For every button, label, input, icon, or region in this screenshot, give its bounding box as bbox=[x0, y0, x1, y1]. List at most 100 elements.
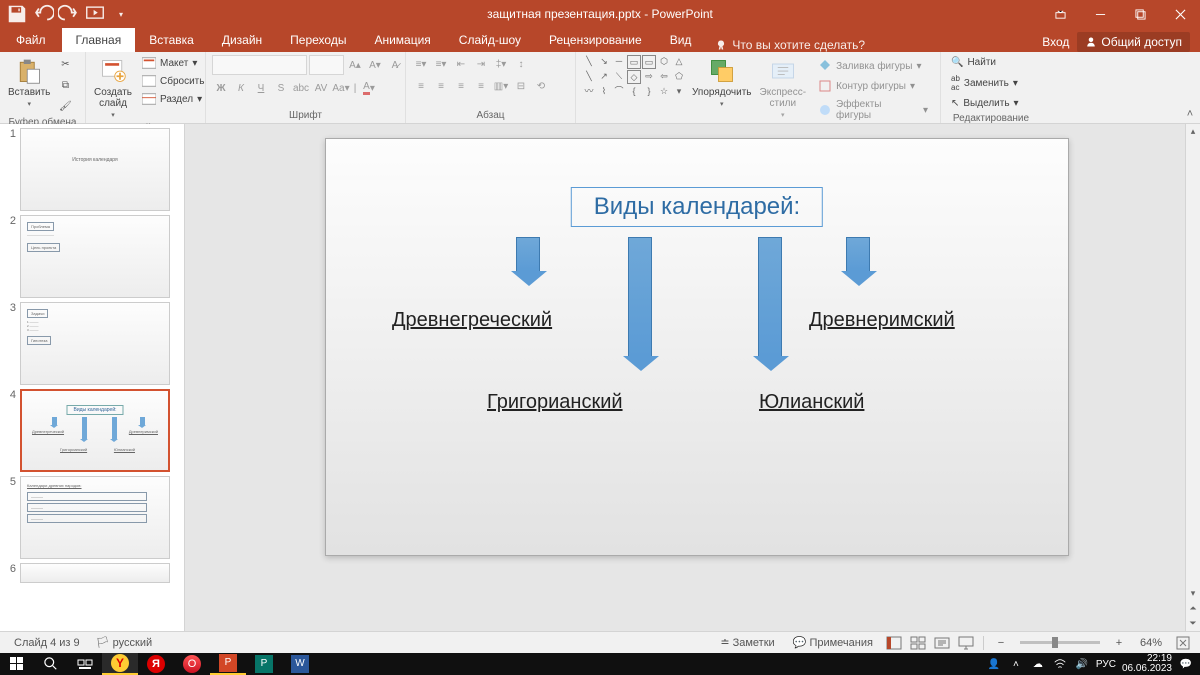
app-publisher[interactable]: P bbox=[246, 653, 282, 675]
status-comments-toggle[interactable]: 💬 Примечания bbox=[785, 636, 881, 649]
slide-thumbnails-panel[interactable]: 1История календаря 2Проблема—————————Цел… bbox=[0, 124, 185, 631]
tab-home[interactable]: Главная bbox=[62, 28, 136, 52]
prev-slide-icon[interactable]: ⏶ bbox=[1186, 601, 1200, 616]
status-slide-number[interactable]: Слайд 4 из 9 bbox=[6, 637, 88, 649]
tab-animations[interactable]: Анимация bbox=[360, 28, 444, 52]
shadow-icon[interactable]: abc bbox=[292, 79, 310, 97]
shape-effects-button[interactable]: Эффекты фигуры ▾ bbox=[814, 97, 932, 123]
cut-icon[interactable]: ✂ bbox=[56, 55, 74, 73]
layout-button[interactable]: Макет ▾ bbox=[138, 55, 208, 71]
zoom-slider[interactable] bbox=[1020, 641, 1100, 644]
case-icon[interactable]: Aa▾ bbox=[332, 79, 350, 97]
calendar-type-3[interactable]: Григорианский bbox=[487, 391, 623, 414]
bullets-icon[interactable]: ≡▾ bbox=[412, 55, 430, 73]
status-lang[interactable]: 🏳 русский bbox=[88, 636, 161, 649]
select-button[interactable]: ↖ Выделить ▾ bbox=[947, 96, 1023, 111]
save-icon[interactable] bbox=[6, 3, 28, 25]
smartart-icon[interactable]: ⟲ bbox=[532, 77, 550, 95]
arrange-button[interactable]: Упорядочить bbox=[690, 55, 754, 110]
reset-button[interactable]: Сбросить bbox=[138, 73, 208, 89]
vertical-scrollbar[interactable]: ▴ ▾ ⏶ ⏷ bbox=[1185, 124, 1200, 631]
reading-view-icon[interactable] bbox=[931, 634, 953, 652]
tab-insert[interactable]: Вставка bbox=[135, 28, 208, 52]
collapse-ribbon-icon[interactable]: ˄ bbox=[1180, 52, 1200, 123]
tray-notifications-icon[interactable]: 💬 bbox=[1178, 656, 1194, 672]
close-icon[interactable] bbox=[1160, 0, 1200, 28]
calendar-type-2[interactable]: Древнеримский bbox=[809, 309, 955, 332]
calendar-type-4[interactable]: Юлианский bbox=[759, 391, 864, 414]
start-button[interactable] bbox=[0, 653, 34, 675]
calendar-type-1[interactable]: Древнегреческий bbox=[392, 309, 552, 332]
bold-icon[interactable]: Ж bbox=[212, 79, 230, 97]
tray-onedrive-icon[interactable]: ☁ bbox=[1030, 656, 1046, 672]
find-button[interactable]: 🔍 Найти bbox=[947, 55, 1000, 70]
tab-slideshow[interactable]: Слайд-шоу bbox=[445, 28, 535, 52]
align-left-icon[interactable]: ≡ bbox=[412, 77, 430, 95]
font-name-combo[interactable] bbox=[212, 55, 307, 75]
tray-wifi-icon[interactable] bbox=[1052, 656, 1068, 672]
zoom-in-icon[interactable]: + bbox=[1108, 634, 1130, 652]
tray-clock[interactable]: 22:1906.06.2023 bbox=[1122, 654, 1172, 674]
normal-view-icon[interactable] bbox=[883, 634, 905, 652]
thumbnail-1[interactable]: История календаря bbox=[20, 128, 170, 211]
zoom-percent[interactable]: 64% bbox=[1132, 637, 1170, 649]
app-word[interactable]: W bbox=[282, 653, 318, 675]
arrow-4[interactable] bbox=[846, 237, 870, 272]
copy-icon[interactable]: ⧉ bbox=[56, 76, 74, 94]
tab-transitions[interactable]: Переходы bbox=[276, 28, 360, 52]
justify-icon[interactable]: ≡ bbox=[472, 77, 490, 95]
maximize-icon[interactable] bbox=[1120, 0, 1160, 28]
slide-title[interactable]: Виды календарей: bbox=[571, 187, 823, 227]
decrease-font-icon[interactable]: A▾ bbox=[366, 56, 384, 74]
quick-styles-button[interactable]: Экспресс- стили bbox=[758, 55, 809, 121]
zoom-out-icon[interactable]: − bbox=[990, 634, 1012, 652]
clear-format-icon[interactable]: A̷ bbox=[386, 56, 404, 74]
shape-fill-button[interactable]: Заливка фигуры ▾ bbox=[814, 57, 932, 75]
fit-to-window-icon[interactable] bbox=[1172, 634, 1194, 652]
status-notes-toggle[interactable]: ≐ Заметки bbox=[712, 636, 782, 649]
app-opera[interactable]: O bbox=[174, 653, 210, 675]
thumbnail-4[interactable]: Виды календарей: Древнегреческий Древнер… bbox=[20, 389, 170, 472]
indent-inc-icon[interactable]: ⇥ bbox=[472, 55, 490, 73]
align-right-icon[interactable]: ≡ bbox=[452, 77, 470, 95]
section-button[interactable]: Раздел ▾ bbox=[138, 91, 208, 107]
share-button[interactable]: Общий доступ bbox=[1077, 32, 1190, 52]
next-slide-icon[interactable]: ⏷ bbox=[1186, 616, 1200, 631]
new-slide-button[interactable]: Создать слайд bbox=[92, 55, 134, 121]
tab-view[interactable]: Вид bbox=[656, 28, 706, 52]
scroll-down-icon[interactable]: ▾ bbox=[1186, 586, 1200, 601]
sorter-view-icon[interactable] bbox=[907, 634, 929, 652]
app-powerpoint[interactable]: P bbox=[210, 653, 246, 675]
thumbnail-2[interactable]: Проблема—————————Цель проекта bbox=[20, 215, 170, 298]
undo-icon[interactable] bbox=[32, 3, 54, 25]
redo-icon[interactable] bbox=[58, 3, 80, 25]
slide-editor[interactable]: Виды календарей: Древнегреческий Древнер… bbox=[185, 124, 1200, 631]
minimize-icon[interactable] bbox=[1080, 0, 1120, 28]
indent-dec-icon[interactable]: ⇤ bbox=[452, 55, 470, 73]
arrow-3[interactable] bbox=[758, 237, 782, 357]
align-center-icon[interactable]: ≡ bbox=[432, 77, 450, 95]
slideshow-view-icon[interactable] bbox=[955, 634, 977, 652]
tab-review[interactable]: Рецензирование bbox=[535, 28, 656, 52]
columns-icon[interactable]: ▥▾ bbox=[492, 77, 510, 95]
start-slideshow-icon[interactable] bbox=[84, 3, 106, 25]
search-icon[interactable] bbox=[34, 653, 68, 675]
tab-file[interactable]: Файл bbox=[0, 28, 62, 52]
tell-me-search[interactable]: Что вы хотите сделать? bbox=[715, 38, 865, 52]
thumbnail-6[interactable] bbox=[20, 563, 170, 583]
format-painter-icon[interactable]: 🖌 bbox=[56, 97, 74, 115]
slide-canvas[interactable]: Виды календарей: Древнегреческий Древнер… bbox=[325, 138, 1069, 556]
tray-people-icon[interactable]: 👤 bbox=[986, 656, 1002, 672]
text-direction-icon[interactable]: ↕ bbox=[512, 55, 530, 73]
align-text-icon[interactable]: ⊟ bbox=[512, 77, 530, 95]
qat-customize-icon[interactable]: ▾ bbox=[110, 3, 132, 25]
tab-design[interactable]: Дизайн bbox=[208, 28, 276, 52]
tray-lang[interactable]: РУС bbox=[1096, 659, 1116, 670]
thumbnail-5[interactable]: Календари древних народов:————————— bbox=[20, 476, 170, 559]
tray-chevron-icon[interactable]: ˄ bbox=[1008, 656, 1024, 672]
replace-button[interactable]: abac Заменить ▾ bbox=[947, 72, 1022, 94]
arrow-1[interactable] bbox=[516, 237, 540, 272]
ribbon-display-icon[interactable] bbox=[1040, 0, 1080, 28]
thumbnail-3[interactable]: Задачи1 ———2 ———3 ———Гипотеза bbox=[20, 302, 170, 385]
task-view-icon[interactable] bbox=[68, 653, 102, 675]
